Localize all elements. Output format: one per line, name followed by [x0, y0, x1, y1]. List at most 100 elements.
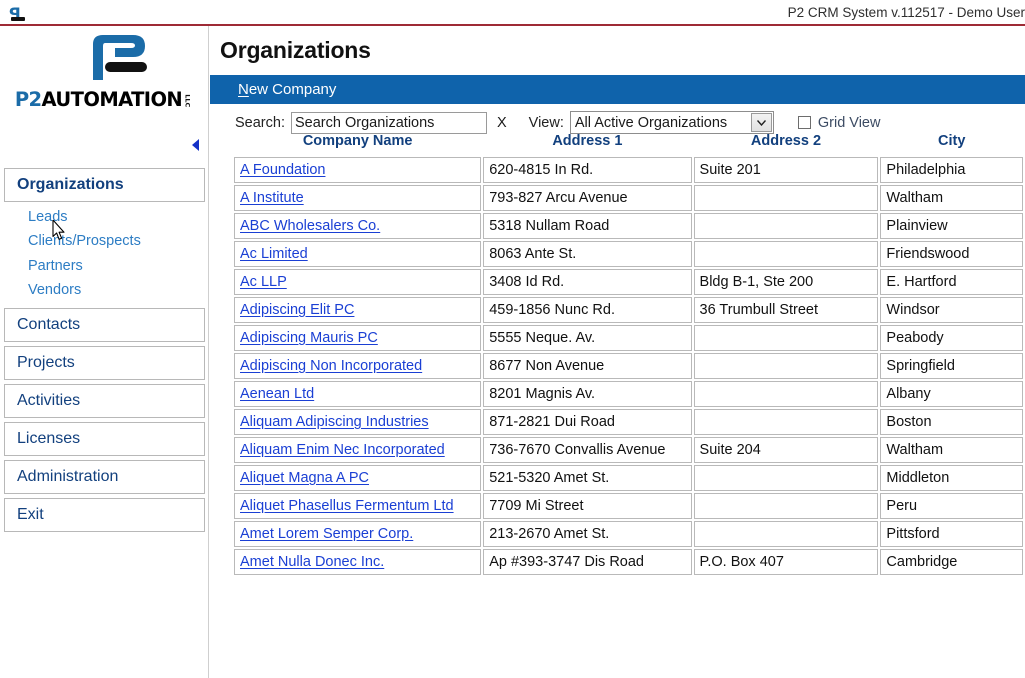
table-row[interactable]: Aliquam Adipiscing Industries 871-2821 Du… [234, 409, 1023, 435]
cell-company-name[interactable]: Adipiscing Mauris PC [234, 325, 482, 351]
cell-company-name[interactable]: Ac LLP [234, 269, 482, 295]
company-name-link[interactable]: Aenean Ltd [240, 386, 314, 402]
new-company-label-rest: ew Company [248, 81, 337, 98]
sidebar-item-contacts[interactable]: Contacts [4, 308, 205, 343]
sidebar-item-licenses[interactable]: Licenses [4, 422, 205, 457]
cell-address-2 [693, 353, 879, 379]
cell-address-1: 213-2670 Amet St. [483, 521, 692, 547]
cell-company-name[interactable]: Aliquam Enim Nec Incorporated [234, 437, 482, 463]
cell-city: Boston [880, 409, 1023, 435]
brand-logo: P2AUTOMATIONLLC [0, 26, 209, 118]
sidebar-item-clients-prospects[interactable]: Clients/Prospects [28, 229, 205, 253]
cell-company-name[interactable]: Aliquet Phasellus Fermentum Ltd [234, 493, 482, 519]
sidebar-subitem-label: Partners [28, 257, 83, 274]
sidebar-item-organizations[interactable]: Organizations [4, 168, 205, 202]
company-name-link[interactable]: Amet Nulla Donec Inc. [240, 554, 384, 570]
cell-city: Peabody [880, 325, 1023, 351]
cell-company-name[interactable]: Aenean Ltd [234, 381, 482, 407]
company-name-link[interactable]: Amet Lorem Semper Corp. [240, 526, 413, 542]
table-row[interactable]: Adipiscing Elit PC 459-1856 Nunc Rd. 36 Tr… [234, 297, 1023, 323]
company-name-link[interactable]: Ac Limited [240, 246, 308, 262]
cell-address-1: 459-1856 Nunc Rd. [483, 297, 692, 323]
company-name-link[interactable]: ABC Wholesalers Co. [240, 218, 380, 234]
sidebar-item-label: Contacts [17, 316, 81, 334]
company-name-link[interactable]: A Institute [240, 190, 304, 206]
cell-city: Friendswood [880, 241, 1023, 267]
brand-llc: LLC [183, 94, 192, 108]
cell-address-1: 521-5320 Amet St. [483, 465, 692, 491]
sidebar-item-projects[interactable]: Projects [4, 346, 205, 381]
company-name-link[interactable]: Adipiscing Mauris PC [240, 330, 378, 346]
cell-company-name[interactable]: Amet Lorem Semper Corp. [234, 521, 482, 547]
p2-logo-mark [55, 32, 155, 88]
column-header-company-name[interactable]: Company Name [234, 131, 481, 155]
table-row[interactable]: Amet Nulla Donec Inc. Ap #393-3747 Dis Ro… [234, 549, 1023, 575]
table-row[interactable]: ABC Wholesalers Co. 5318 Nullam Road Plain… [234, 213, 1023, 239]
company-name-link[interactable]: A Foundation [240, 162, 325, 178]
cell-city: Philadelphia [880, 157, 1023, 183]
company-name-link[interactable]: Adipiscing Elit PC [240, 302, 354, 318]
sidebar-item-activities[interactable]: Activities [4, 384, 205, 419]
table-row[interactable]: A Foundation 620-4815 In Rd. Suite 201 Phil… [234, 157, 1023, 183]
table-row[interactable]: A Institute 793-827 Arcu Avenue Waltham [234, 185, 1023, 211]
table-row[interactable]: Adipiscing Mauris PC 5555 Neque. Av. Peabo… [234, 325, 1023, 351]
sidebar-subnav-organizations: Leads Clients/Prospects Partners Vendors [4, 203, 205, 308]
company-name-link[interactable]: Aliquet Phasellus Fermentum Ltd [240, 498, 454, 514]
cell-company-name[interactable]: Adipiscing Non Incorporated [234, 353, 482, 379]
sidebar-item-label: Licenses [17, 430, 81, 448]
table-row[interactable]: Aliquet Phasellus Fermentum Ltd 7709 Mi S… [234, 493, 1023, 519]
action-toolbar: New Company [210, 75, 1025, 104]
cell-city: Springfield [880, 353, 1023, 379]
cell-company-name[interactable]: Ac Limited [234, 241, 482, 267]
table-header: Company Name Address 1 Address 2 City [234, 131, 1023, 155]
column-header-address-2[interactable]: Address 2 [694, 131, 879, 155]
sidebar-item-administration[interactable]: Administration [4, 460, 205, 495]
sidebar-item-label: Organizations [17, 176, 124, 193]
cell-company-name[interactable]: ABC Wholesalers Co. [234, 213, 482, 239]
cell-address-1: 8677 Non Avenue [483, 353, 692, 379]
sidebar-item-exit[interactable]: Exit [4, 498, 205, 533]
table-row[interactable]: Aliquam Enim Nec Incorporated 736-7670 Co… [234, 437, 1023, 463]
new-company-button[interactable]: New Company [210, 81, 336, 98]
p2-logo-icon: P [8, 3, 34, 23]
cell-company-name[interactable]: A Institute [234, 185, 482, 211]
cell-address-1: 8063 Ante St. [483, 241, 692, 267]
company-name-link[interactable]: Aliquam Enim Nec Incorporated [240, 442, 445, 458]
table-row[interactable]: Ac Limited 8063 Ante St. Friendswood [234, 241, 1023, 267]
sidebar-item-leads[interactable]: Leads [28, 205, 205, 229]
table-row[interactable]: Ac LLP 3408 Id Rd. Bldg B-1, Ste 200 E. Har… [234, 269, 1023, 295]
cell-company-name[interactable]: Aliquet Magna A PC [234, 465, 482, 491]
company-name-link[interactable]: Ac LLP [240, 274, 287, 290]
table-row[interactable]: Adipiscing Non Incorporated 8677 Non Aven… [234, 353, 1023, 379]
cell-address-2 [693, 409, 879, 435]
cell-company-name[interactable]: Adipiscing Elit PC [234, 297, 482, 323]
sidebar-item-partners[interactable]: Partners [28, 254, 205, 278]
table-row[interactable]: Aenean Ltd 8201 Magnis Av. Albany [234, 381, 1023, 407]
chevron-left-icon[interactable] [190, 138, 202, 152]
cell-city: Windsor [880, 297, 1023, 323]
company-name-link[interactable]: Adipiscing Non Incorporated [240, 358, 422, 374]
cell-company-name[interactable]: A Foundation [234, 157, 482, 183]
table-row[interactable]: Aliquet Magna A PC 521-5320 Amet St. Middl… [234, 465, 1023, 491]
sidebar-item-vendors[interactable]: Vendors [28, 278, 205, 302]
column-header-address-1[interactable]: Address 1 [483, 131, 691, 155]
cell-address-2: 36 Trumbull Street [693, 297, 879, 323]
cell-address-1: Ap #393-3747 Dis Road [483, 549, 692, 575]
organizations-table-area: Company Name Address 1 Address 2 City A … [210, 129, 1025, 678]
brand-p2: P2 [14, 88, 42, 111]
cell-city: Waltham [880, 437, 1023, 463]
cell-company-name[interactable]: Amet Nulla Donec Inc. [234, 549, 482, 575]
cell-company-name[interactable]: Aliquam Adipiscing Industries [234, 409, 482, 435]
cell-address-1: 793-827 Arcu Avenue [483, 185, 692, 211]
cell-address-2: Suite 201 [693, 157, 879, 183]
company-name-link[interactable]: Aliquam Adipiscing Industries [240, 414, 429, 430]
sidebar-subitem-label: Vendors [28, 281, 82, 298]
grid-view-checkbox[interactable] [797, 116, 811, 129]
cell-city: Waltham [880, 185, 1023, 211]
company-name-link[interactable]: Aliquet Magna A PC [240, 470, 369, 486]
sidebar-item-label: Activities [17, 392, 81, 410]
brand-wordmark: P2AUTOMATIONLLC [0, 90, 209, 110]
cell-address-1: 5555 Neque. Av. [483, 325, 692, 351]
table-row[interactable]: Amet Lorem Semper Corp. 213-2670 Amet St.… [234, 521, 1023, 547]
column-header-city[interactable]: City [880, 131, 1023, 155]
